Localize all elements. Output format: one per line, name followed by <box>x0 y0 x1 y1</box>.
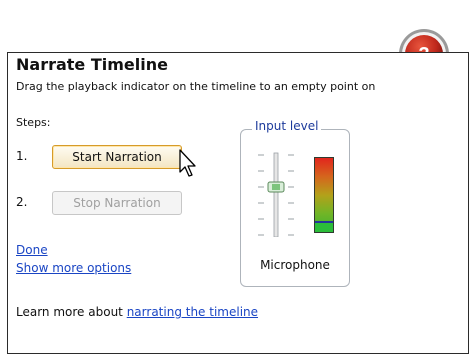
panel-description: Drag the playback indicator on the timel… <box>16 80 376 93</box>
stop-narration-button[interactable]: Stop Narration <box>52 191 182 215</box>
steps-label: Steps: <box>16 116 51 129</box>
start-narration-button[interactable]: Start Narration <box>52 145 182 169</box>
slider-thumb <box>267 181 285 193</box>
narrate-timeline-panel: Narrate Timeline Drag the playback indic… <box>7 52 469 354</box>
panel-title: Narrate Timeline <box>16 55 168 74</box>
done-link[interactable]: Done <box>16 243 48 257</box>
mouse-pointer-icon <box>179 149 196 177</box>
step-number-1: 1. <box>16 149 28 163</box>
learn-more-text: Learn more about narrating the timeline <box>16 305 258 319</box>
show-more-options-link[interactable]: Show more options <box>16 261 131 275</box>
learn-more-prefix: Learn more about <box>16 305 127 319</box>
input-level-meter <box>314 157 334 233</box>
narrating-timeline-link[interactable]: narrating the timeline <box>127 305 258 319</box>
step-number-2: 2. <box>16 195 28 209</box>
input-volume-slider[interactable] <box>254 151 298 237</box>
microphone-label: Microphone <box>260 258 330 272</box>
input-level-label: Input level <box>252 119 322 133</box>
input-level-fill <box>315 221 333 232</box>
